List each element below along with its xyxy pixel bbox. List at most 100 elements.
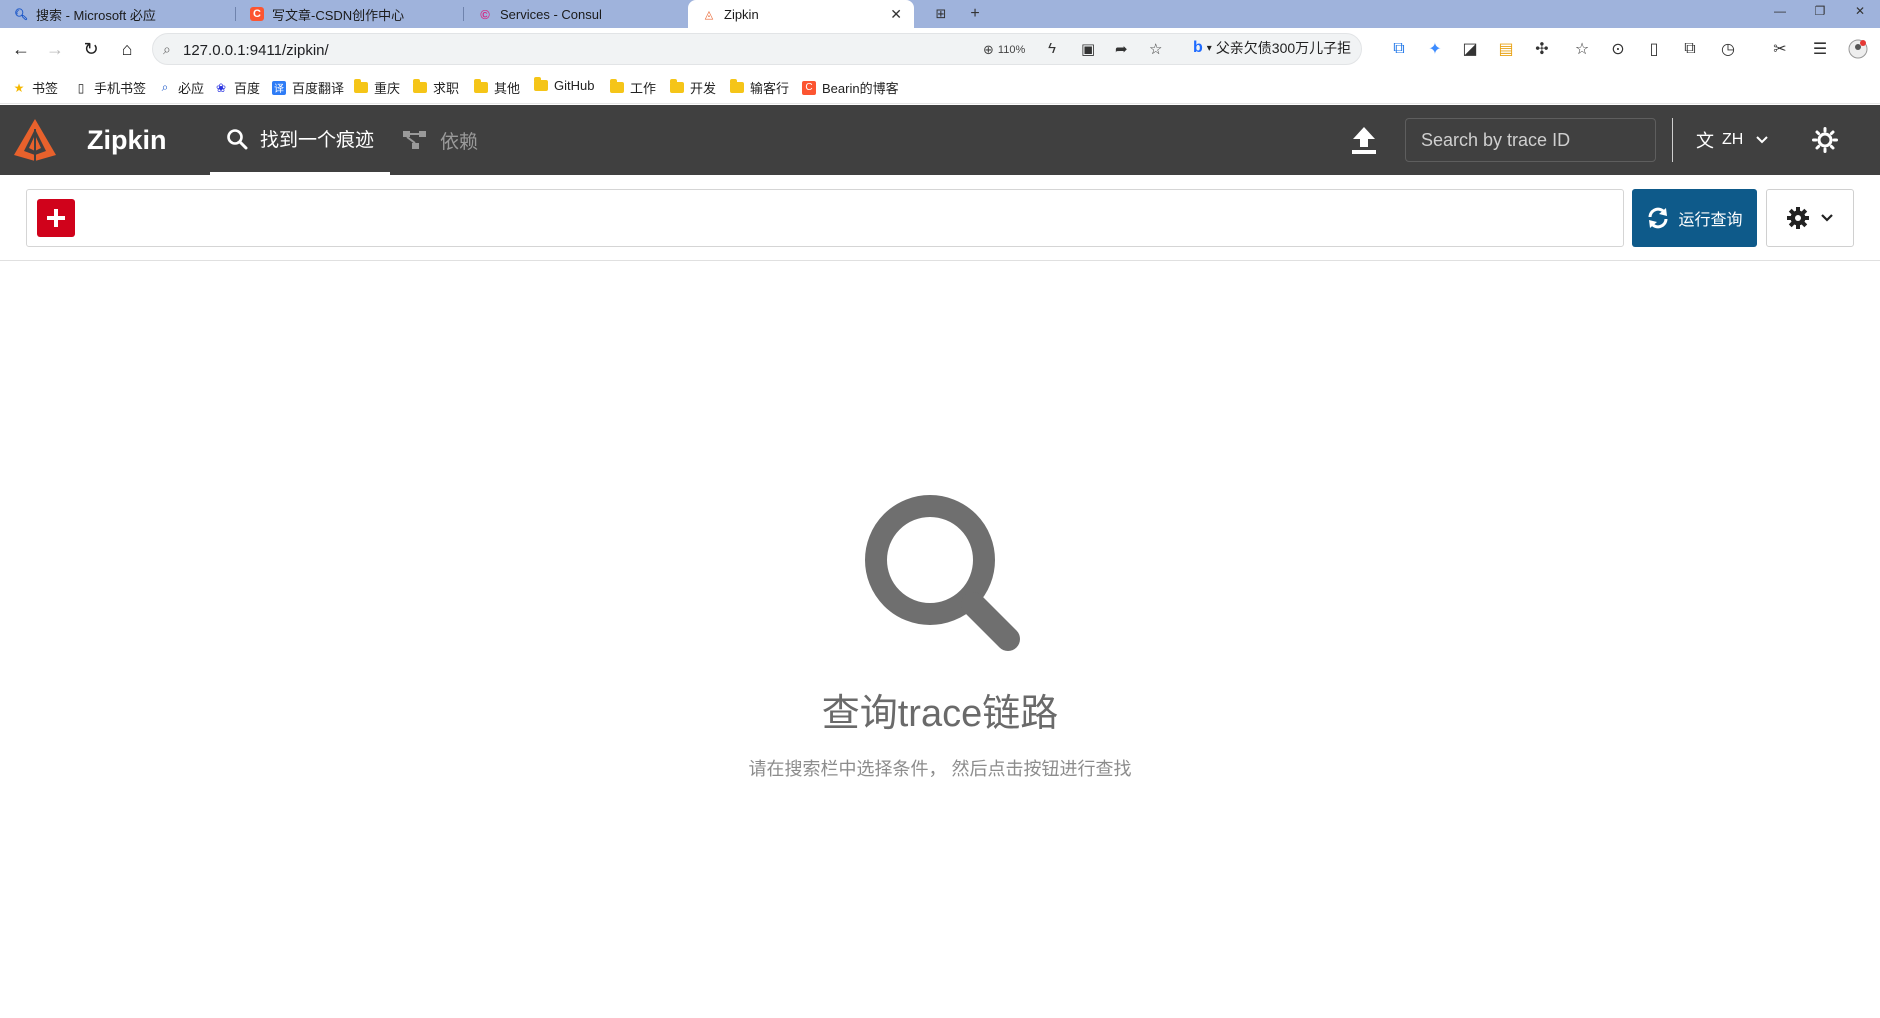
folder-extension-icon[interactable]: ▤ (1494, 37, 1518, 61)
new-tab-button[interactable]: + (960, 0, 990, 28)
close-icon[interactable]: ✕ (890, 6, 902, 23)
back-button[interactable]: ← (6, 34, 36, 64)
bookmark-label: 开发 (690, 81, 717, 96)
nav-tab-label: 依赖 (440, 131, 479, 153)
zipkin-header: Zipkin 找到一个痕迹 依赖 文 ZH (0, 105, 1880, 175)
bookmark-label: 重庆 (374, 81, 401, 96)
bing-suggestion-text: 父亲欠债300万儿子拒 (1215, 40, 1352, 56)
zoom-icon: ⊕ (983, 42, 994, 57)
zipkin-icon: ◬ (704, 8, 714, 21)
tab-title: 写文章-CSDN创作中心 (272, 7, 405, 23)
address-bar[interactable]: ⌕ 127.0.0.1:9411/zipkin/ ⊕ 110% ϟ ▣ ➦ ☆ … (152, 33, 1362, 65)
bookmark-item[interactable]: C Bearin的博客 (802, 78, 899, 97)
bookmark-folder[interactable]: 重庆 (354, 78, 400, 97)
folder-icon (413, 79, 427, 95)
avatar[interactable] (1846, 37, 1870, 61)
trace-id-search-input[interactable] (1405, 118, 1656, 162)
bookmark-label: 其他 (494, 81, 521, 96)
csdn-icon: C (802, 80, 816, 95)
query-settings-button[interactable] (1766, 189, 1854, 247)
reader-icon[interactable]: ▣ (1081, 40, 1095, 58)
search-icon: 🔍︎ (14, 8, 28, 21)
download-icon[interactable]: ⊙ (1606, 37, 1630, 61)
language-label: ZH (1722, 131, 1744, 148)
lightning-icon[interactable]: ϟ (1048, 40, 1056, 57)
nav-tab-dependencies[interactable]: 依赖 (402, 105, 478, 175)
folder-icon (354, 79, 368, 95)
url-text[interactable]: 127.0.0.1:9411/zipkin/ (183, 42, 329, 59)
bookmark-label: Bearin的博客 (822, 81, 899, 96)
browser-tab-strip: 🔍︎ 搜索 - Microsoft 必应 C 写文章-CSDN创作中心 © Se… (0, 0, 1880, 28)
chevron-down-icon (1821, 214, 1833, 222)
bookmark-folder[interactable]: 求职 (413, 78, 459, 97)
language-selector[interactable]: 文 ZH (1696, 127, 1769, 153)
header-divider (1672, 118, 1673, 162)
reload-button[interactable]: ↻ (76, 34, 106, 64)
home-button[interactable]: ⌂ (112, 34, 142, 64)
folder-icon (730, 79, 744, 95)
bookmark-label: GitHub (554, 78, 595, 93)
history-icon[interactable]: ◷ (1716, 37, 1740, 61)
tab-grid-icon[interactable]: ⊞ (926, 0, 956, 28)
browser-tab[interactable]: © Services - Consul (464, 0, 688, 28)
browser-tab[interactable]: C 写文章-CSDN创作中心 (236, 0, 464, 28)
gear-icon (1787, 207, 1809, 229)
folder-icon (474, 79, 488, 95)
bing-icon: b (1193, 39, 1203, 56)
search-criteria-input[interactable] (26, 189, 1624, 247)
bookmark-label: 书签 (32, 81, 59, 96)
tab-title: Zipkin (724, 6, 759, 22)
star-icon: ★ (13, 80, 25, 95)
bookmark-item[interactable]: ▯ 手机书签 (74, 78, 146, 97)
puzzle-icon[interactable]: ✣ (1530, 37, 1554, 61)
minimize-icon[interactable]: — (1760, 0, 1800, 22)
empty-state: 查询trace链路 请在搜索栏中选择条件， 然后点击按钮进行查找 (0, 490, 1880, 781)
ai-extension-icon[interactable]: ✦ (1423, 37, 1447, 61)
search-icon (865, 495, 1020, 651)
baidu-icon: ❀ (215, 80, 227, 95)
favorites-icon[interactable]: ☆ (1570, 37, 1594, 61)
empty-state-title: 查询trace链路 (821, 693, 1059, 735)
bookmark-item[interactable]: 译百度翻译 (272, 78, 344, 97)
bookmark-folder[interactable]: GitHub (534, 77, 595, 93)
restore-icon[interactable]: ❐ (1800, 0, 1840, 22)
run-query-label: 运行查询 (1678, 212, 1743, 229)
zipkin-logo-icon[interactable] (12, 117, 58, 163)
browser-tab[interactable]: 🔍︎ 搜索 - Microsoft 必应 (0, 0, 236, 28)
scissors-icon[interactable]: ✂ (1768, 37, 1792, 61)
search-icon: ⌕ (161, 80, 169, 94)
translate-extension-icon[interactable]: ⧉ (1387, 37, 1411, 61)
zoom-indicator[interactable]: ⊕ 110% (983, 42, 1025, 58)
bookmark-item[interactable]: ❀ 百度 (214, 78, 260, 97)
collections-icon[interactable]: ⧉ (1678, 37, 1702, 61)
upload-icon[interactable] (1350, 125, 1378, 155)
translate-icon: 译 (272, 80, 286, 95)
menu-icon[interactable]: ☰ (1808, 37, 1832, 61)
nav-tab-find-trace[interactable]: 找到一个痕迹 (210, 105, 391, 175)
bookmarks-bar: ★ 书签 ▯ 手机书签 ⌕ 必应 ❀ 百度 译百度翻译 重庆 求职 其他 GitHub … (0, 70, 1880, 104)
bookmark-folder[interactable]: 其他 (474, 78, 520, 97)
forward-button[interactable]: → (40, 34, 70, 64)
plus-icon (47, 209, 65, 227)
share-icon[interactable]: ➦ (1115, 40, 1128, 58)
star-icon[interactable]: ☆ (1149, 40, 1162, 58)
phone-icon: ▯ (77, 80, 85, 95)
run-query-button[interactable]: 运行查询 (1632, 189, 1757, 247)
bing-search-suggestion[interactable]: b ▾ 父亲欠债300万儿子拒 (1193, 38, 1363, 58)
bookmark-folder[interactable]: 开发 (670, 78, 716, 97)
browser-tab-active[interactable]: ◬ Zipkin ✕ (688, 0, 914, 28)
translate-icon: 文 (1696, 131, 1714, 151)
folder-icon (670, 79, 684, 95)
brand-title[interactable]: Zipkin (87, 125, 167, 156)
bookmark-item[interactable]: ⌕ 必应 (158, 78, 204, 97)
close-window-icon[interactable]: ✕ (1840, 0, 1880, 22)
chart-extension-icon[interactable]: ◪ (1458, 37, 1482, 61)
phone-icon[interactable]: ▯ (1642, 37, 1666, 61)
bookmark-label: 工作 (630, 81, 657, 96)
bookmark-folder[interactable]: 输客行 (730, 78, 789, 97)
bookmark-folder[interactable]: 工作 (610, 78, 656, 97)
theme-toggle-icon[interactable] (1812, 127, 1838, 153)
tab-title: 搜索 - Microsoft 必应 (36, 7, 156, 23)
add-criteria-button[interactable] (37, 199, 75, 237)
bookmark-item[interactable]: ★ 书签 (12, 78, 58, 97)
